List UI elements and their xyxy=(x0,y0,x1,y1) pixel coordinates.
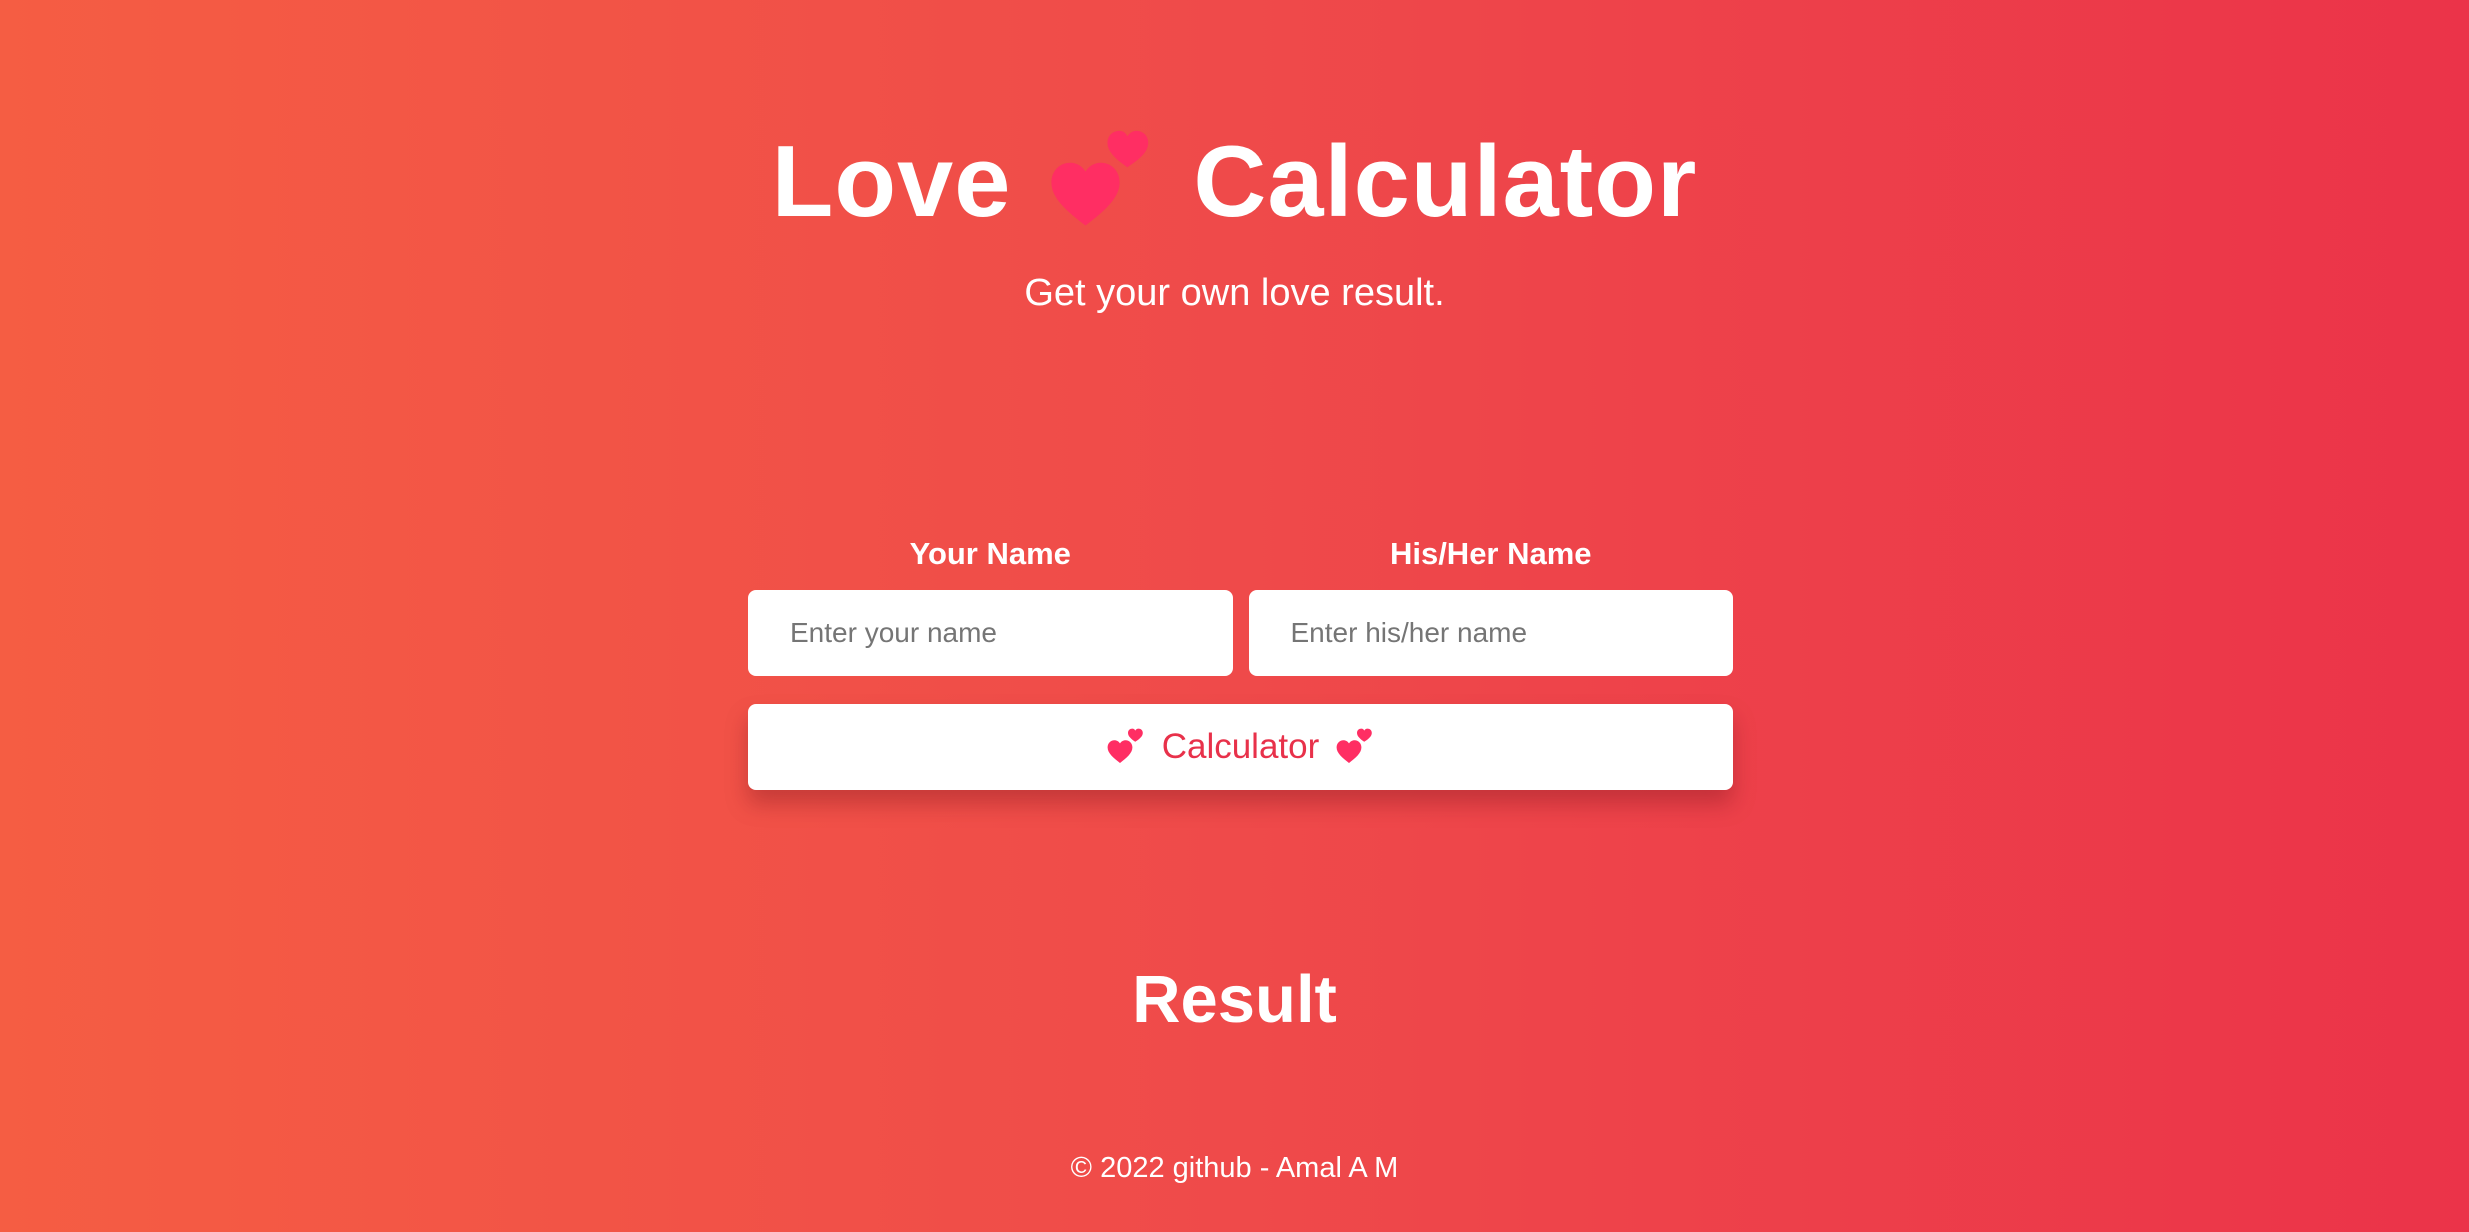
footer-copyright: © 2022 github - Amal A M xyxy=(1070,1152,1399,1184)
partner-name-label: His/Her Name xyxy=(1389,536,1592,571)
title-calculator: Calculator xyxy=(1193,125,1698,238)
title-love: Love xyxy=(771,125,1012,238)
love-form: Your Name His/Her Name Calculator xyxy=(748,530,1733,790)
two-hearts-icon xyxy=(1051,130,1149,226)
two-hearts-icon xyxy=(1107,728,1143,763)
result-heading: Result xyxy=(1132,962,1337,1037)
partner-name-input[interactable] xyxy=(1248,590,1733,676)
calculator-button-label: Calculator xyxy=(1161,727,1320,766)
inputs-row xyxy=(748,590,1733,676)
your-name-input[interactable] xyxy=(748,590,1233,676)
your-name-label: Your Name xyxy=(909,536,1071,571)
labels-row: Your Name His/Her Name xyxy=(748,530,1733,578)
calculator-button[interactable]: Calculator xyxy=(748,704,1733,790)
page-title: Love Calculator xyxy=(0,112,2469,252)
subtitle: Get your own love result. xyxy=(1024,272,1445,314)
two-hearts-icon xyxy=(1336,728,1373,763)
